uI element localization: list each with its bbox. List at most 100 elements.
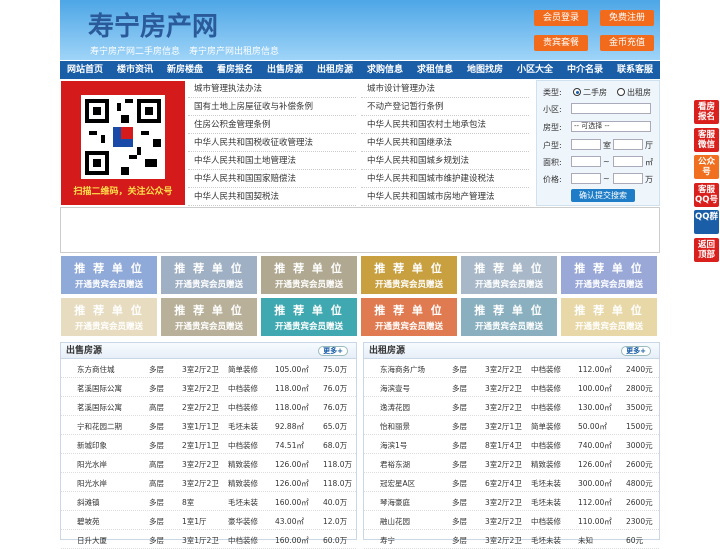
room-count-select[interactable]: [571, 139, 601, 150]
property-name[interactable]: 日升大厦: [77, 535, 137, 546]
hall-count-select[interactable]: [613, 139, 643, 150]
property-name[interactable]: 茗溪国际公寓: [77, 383, 137, 394]
property-name[interactable]: 阳光水岸: [77, 459, 137, 470]
nav-item[interactable]: 中介名录: [560, 61, 610, 79]
nav-item[interactable]: 楼市资讯: [110, 61, 160, 79]
nav-item[interactable]: 联系客服: [610, 61, 660, 79]
law-link[interactable]: 中华人民共和国税收征收管理法: [188, 134, 356, 152]
property-name[interactable]: 东方商住城: [77, 364, 137, 375]
property-name[interactable]: 宁和花园二期: [77, 421, 137, 432]
law-link[interactable]: 城市设计管理办法: [361, 80, 529, 98]
site-title[interactable]: 寿宁房产网: [88, 6, 218, 43]
ad-slot[interactable]: 推 荐 单 位开通贵宾会员赠送: [461, 256, 557, 294]
property-name[interactable]: 怡和丽景: [380, 421, 440, 432]
ad-slot[interactable]: 推 荐 单 位开通贵宾会员赠送: [61, 256, 157, 294]
sidebar-item[interactable]: 返回顶部: [694, 238, 719, 262]
law-link[interactable]: 中华人民共和国城乡规划法: [361, 152, 529, 170]
table-row[interactable]: 逸涛花园 多层 3室2厅2卫 中档装修 130.00㎡ 3500元: [364, 397, 659, 416]
table-row[interactable]: 君裕东湖 多层 3室2厅2卫 精致装修 126.00㎡ 2600元: [364, 454, 659, 473]
rent-more-link[interactable]: 更多+: [621, 346, 651, 356]
property-name[interactable]: 斜滩镇: [77, 497, 137, 508]
table-row[interactable]: 东海商务广场 多层 3室2厅2卫 中档装修 112.00㎡ 2400元: [364, 359, 659, 378]
table-row[interactable]: 融山花园 多层 3室2厅2卫 中档装修 110.00㎡ 2300元: [364, 511, 659, 530]
sidebar-item[interactable]: QQ群: [694, 210, 719, 234]
nav-item[interactable]: 求购信息: [360, 61, 410, 79]
property-name[interactable]: 冠宏星A区: [380, 478, 440, 489]
property-name[interactable]: 碧坡苑: [77, 516, 137, 527]
table-row[interactable]: 东方商住城 多层 3室2厅2卫 简单装修 105.00㎡ 75.0万: [61, 359, 356, 378]
price-min-input[interactable]: [571, 173, 601, 184]
nav-item[interactable]: 出售房源: [260, 61, 310, 79]
law-link[interactable]: 国有土地上房屋征收与补偿条例: [188, 98, 356, 116]
size-max-input[interactable]: [613, 156, 643, 167]
table-row[interactable]: 阳光水岸 高层 3室2厅2卫 精致装修 126.00㎡ 118.0万: [61, 454, 356, 473]
nav-item[interactable]: 看房报名: [210, 61, 260, 79]
sidebar-item[interactable]: 看房报名: [694, 100, 719, 124]
free-register-button[interactable]: 免费注册: [600, 10, 654, 26]
table-row[interactable]: 茗溪国际公寓 多层 3室2厅2卫 中档装修 118.00㎡ 76.0万: [61, 378, 356, 397]
sidebar-item[interactable]: 客服QQ号: [694, 183, 719, 207]
table-row[interactable]: 冠宏星A区 多层 6室2厅4卫 毛坯未装 300.00㎡ 4800元: [364, 473, 659, 492]
search-submit-button[interactable]: 确认提交搜索: [571, 189, 635, 202]
table-row[interactable]: 琴海豪庭 多层 3室2厅2卫 毛坯未装 112.00㎡ 2600元: [364, 492, 659, 511]
table-row[interactable]: 碧坡苑 多层 1室1厅 豪华装修 43.00㎡ 12.0万: [61, 511, 356, 530]
law-link[interactable]: 中华人民共和国农村土地承包法: [361, 116, 529, 134]
nav-item[interactable]: 小区大全: [510, 61, 560, 79]
ad-slot[interactable]: 推 荐 单 位开通贵宾会员赠送: [261, 298, 357, 336]
law-link[interactable]: 住房公积金管理条例: [188, 116, 356, 134]
ad-slot[interactable]: 推 荐 单 位开通贵宾会员赠送: [461, 298, 557, 336]
vip-package-button[interactable]: 贵宾套餐: [534, 35, 588, 51]
ad-slot[interactable]: 推 荐 单 位开通贵宾会员赠送: [61, 298, 157, 336]
property-name[interactable]: 海滨壹号: [380, 383, 440, 394]
radio-secondhand[interactable]: [573, 88, 581, 96]
law-link[interactable]: 中华人民共和国城市维护建设税法: [361, 170, 529, 188]
ad-slot[interactable]: 推 荐 单 位开通贵宾会员赠送: [361, 298, 457, 336]
law-link[interactable]: 城市管理执法办法: [188, 80, 356, 98]
property-name[interactable]: 新城印象: [77, 440, 137, 451]
size-min-input[interactable]: [571, 156, 601, 167]
ad-slot[interactable]: 推 荐 单 位开通贵宾会员赠送: [361, 256, 457, 294]
nav-item[interactable]: 地图找房: [460, 61, 510, 79]
room-select[interactable]: -- 可选择 --: [571, 121, 651, 132]
law-link[interactable]: 中华人民共和国契税法: [188, 188, 356, 206]
nav-item[interactable]: 出租房源: [310, 61, 360, 79]
table-row[interactable]: 海滨1号 多层 8室1厅4卫 中档装修 740.00㎡ 3000元: [364, 435, 659, 454]
property-name[interactable]: 海滨1号: [380, 440, 440, 451]
table-row[interactable]: 宁和花园二期 多层 3室1厅1卫 毛坯未装 92.88㎡ 65.0万: [61, 416, 356, 435]
table-row[interactable]: 阳光水岸 高层 3室2厅2卫 精致装修 126.00㎡ 118.0万: [61, 473, 356, 492]
ad-slot[interactable]: 推 荐 单 位开通贵宾会员赠送: [561, 298, 657, 336]
property-name[interactable]: 逸涛花园: [380, 402, 440, 413]
area-input[interactable]: [571, 103, 651, 114]
property-name[interactable]: 茗溪国际公寓: [77, 402, 137, 413]
radio-rental[interactable]: [617, 88, 625, 96]
coin-recharge-button[interactable]: 金币充值: [600, 35, 654, 51]
property-name[interactable]: 寿宁: [380, 535, 440, 546]
table-row[interactable]: 新城印象 多层 2室1厅1卫 中档装修 74.51㎡ 68.0万: [61, 435, 356, 454]
nav-item[interactable]: 网站首页: [60, 61, 110, 79]
property-name[interactable]: 融山花园: [380, 516, 440, 527]
property-name[interactable]: 琴海豪庭: [380, 497, 440, 508]
law-link[interactable]: 不动产登记暂行条例: [361, 98, 529, 116]
sale-more-link[interactable]: 更多+: [318, 346, 348, 356]
ad-slot[interactable]: 推 荐 单 位开通贵宾会员赠送: [161, 256, 257, 294]
table-row[interactable]: 茗溪国际公寓 高层 2室2厅2卫 中档装修 118.00㎡ 76.0万: [61, 397, 356, 416]
table-row[interactable]: 斜滩镇 多层 8室 毛坯未装 160.00㎡ 40.0万: [61, 492, 356, 511]
ad-slot[interactable]: 推 荐 单 位开通贵宾会员赠送: [561, 256, 657, 294]
sidebar-item[interactable]: 公众号: [694, 155, 719, 179]
banner-image[interactable]: [60, 207, 660, 253]
table-row[interactable]: 怡和丽景 多层 3室2厅1卫 简单装修 50.00㎡ 1500元: [364, 416, 659, 435]
law-link[interactable]: 中华人民共和国土地管理法: [188, 152, 356, 170]
nav-item[interactable]: 求租信息: [410, 61, 460, 79]
member-login-button[interactable]: 会员登录: [534, 10, 588, 26]
table-row[interactable]: 海滨壹号 多层 3室2厅2卫 中档装修 100.00㎡ 2800元: [364, 378, 659, 397]
sidebar-item[interactable]: 客服微信: [694, 128, 719, 152]
property-name[interactable]: 阳光水岸: [77, 478, 137, 489]
nav-item[interactable]: 新房楼盘: [160, 61, 210, 79]
ad-slot[interactable]: 推 荐 单 位开通贵宾会员赠送: [261, 256, 357, 294]
property-name[interactable]: 东海商务广场: [380, 364, 440, 375]
law-link[interactable]: 中华人民共和国国家赔偿法: [188, 170, 356, 188]
property-name[interactable]: 君裕东湖: [380, 459, 440, 470]
price-max-input[interactable]: [613, 173, 643, 184]
ad-slot[interactable]: 推 荐 单 位开通贵宾会员赠送: [161, 298, 257, 336]
law-link[interactable]: 中华人民共和国城市房地产管理法: [361, 188, 529, 206]
